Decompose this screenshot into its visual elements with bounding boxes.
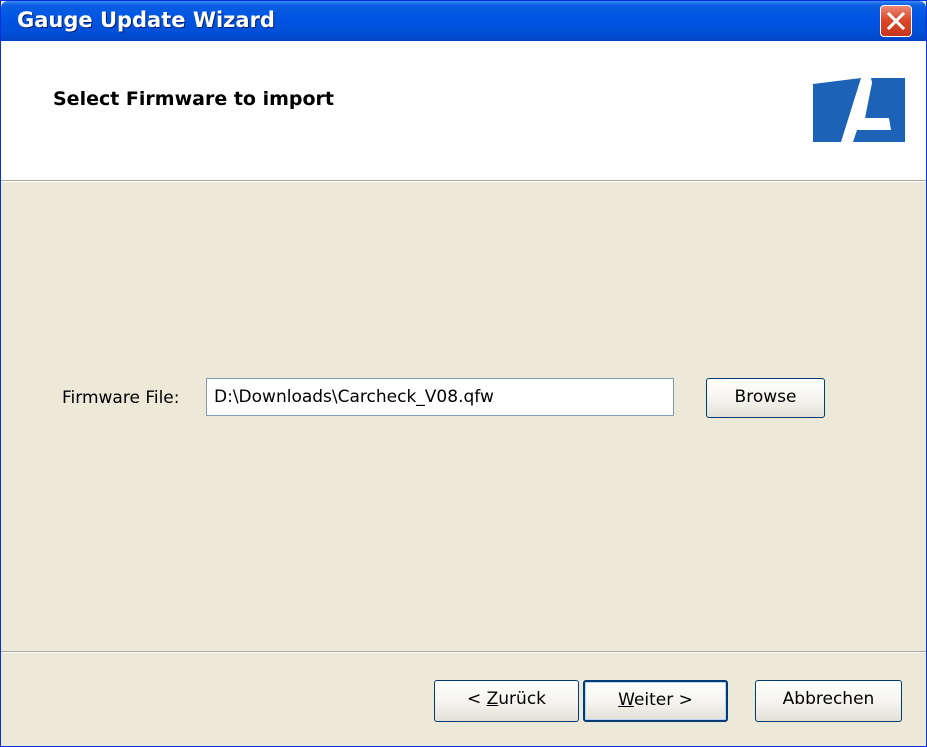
window-title: Gauge Update Wizard <box>17 8 275 32</box>
back-button[interactable]: < Zurück <box>434 680 579 722</box>
back-button-accelerator: Z <box>486 689 499 709</box>
brand-logo-icon <box>813 78 905 142</box>
back-button-prefix: < <box>466 689 487 709</box>
next-button[interactable]: Weiter > <box>583 680 728 722</box>
close-button[interactable] <box>880 5 912 37</box>
firmware-file-input[interactable] <box>206 378 674 416</box>
close-icon <box>886 11 906 31</box>
wizard-window: Gauge Update Wizard Select Firmware to i… <box>0 0 927 747</box>
firmware-file-label: Firmware File: <box>62 388 180 408</box>
cancel-button[interactable]: Abbrechen <box>755 680 902 722</box>
footer-divider-highlight <box>1 652 926 653</box>
page-title: Select Firmware to import <box>53 88 335 110</box>
browse-button[interactable]: Browse <box>706 378 825 418</box>
next-button-accelerator: W <box>618 690 634 710</box>
wizard-header: Select Firmware to import <box>1 41 926 180</box>
back-button-label: urück <box>498 689 547 709</box>
next-button-label: eiter > <box>633 690 693 710</box>
title-bar[interactable]: Gauge Update Wizard <box>1 1 926 41</box>
header-divider-highlight <box>1 181 926 182</box>
